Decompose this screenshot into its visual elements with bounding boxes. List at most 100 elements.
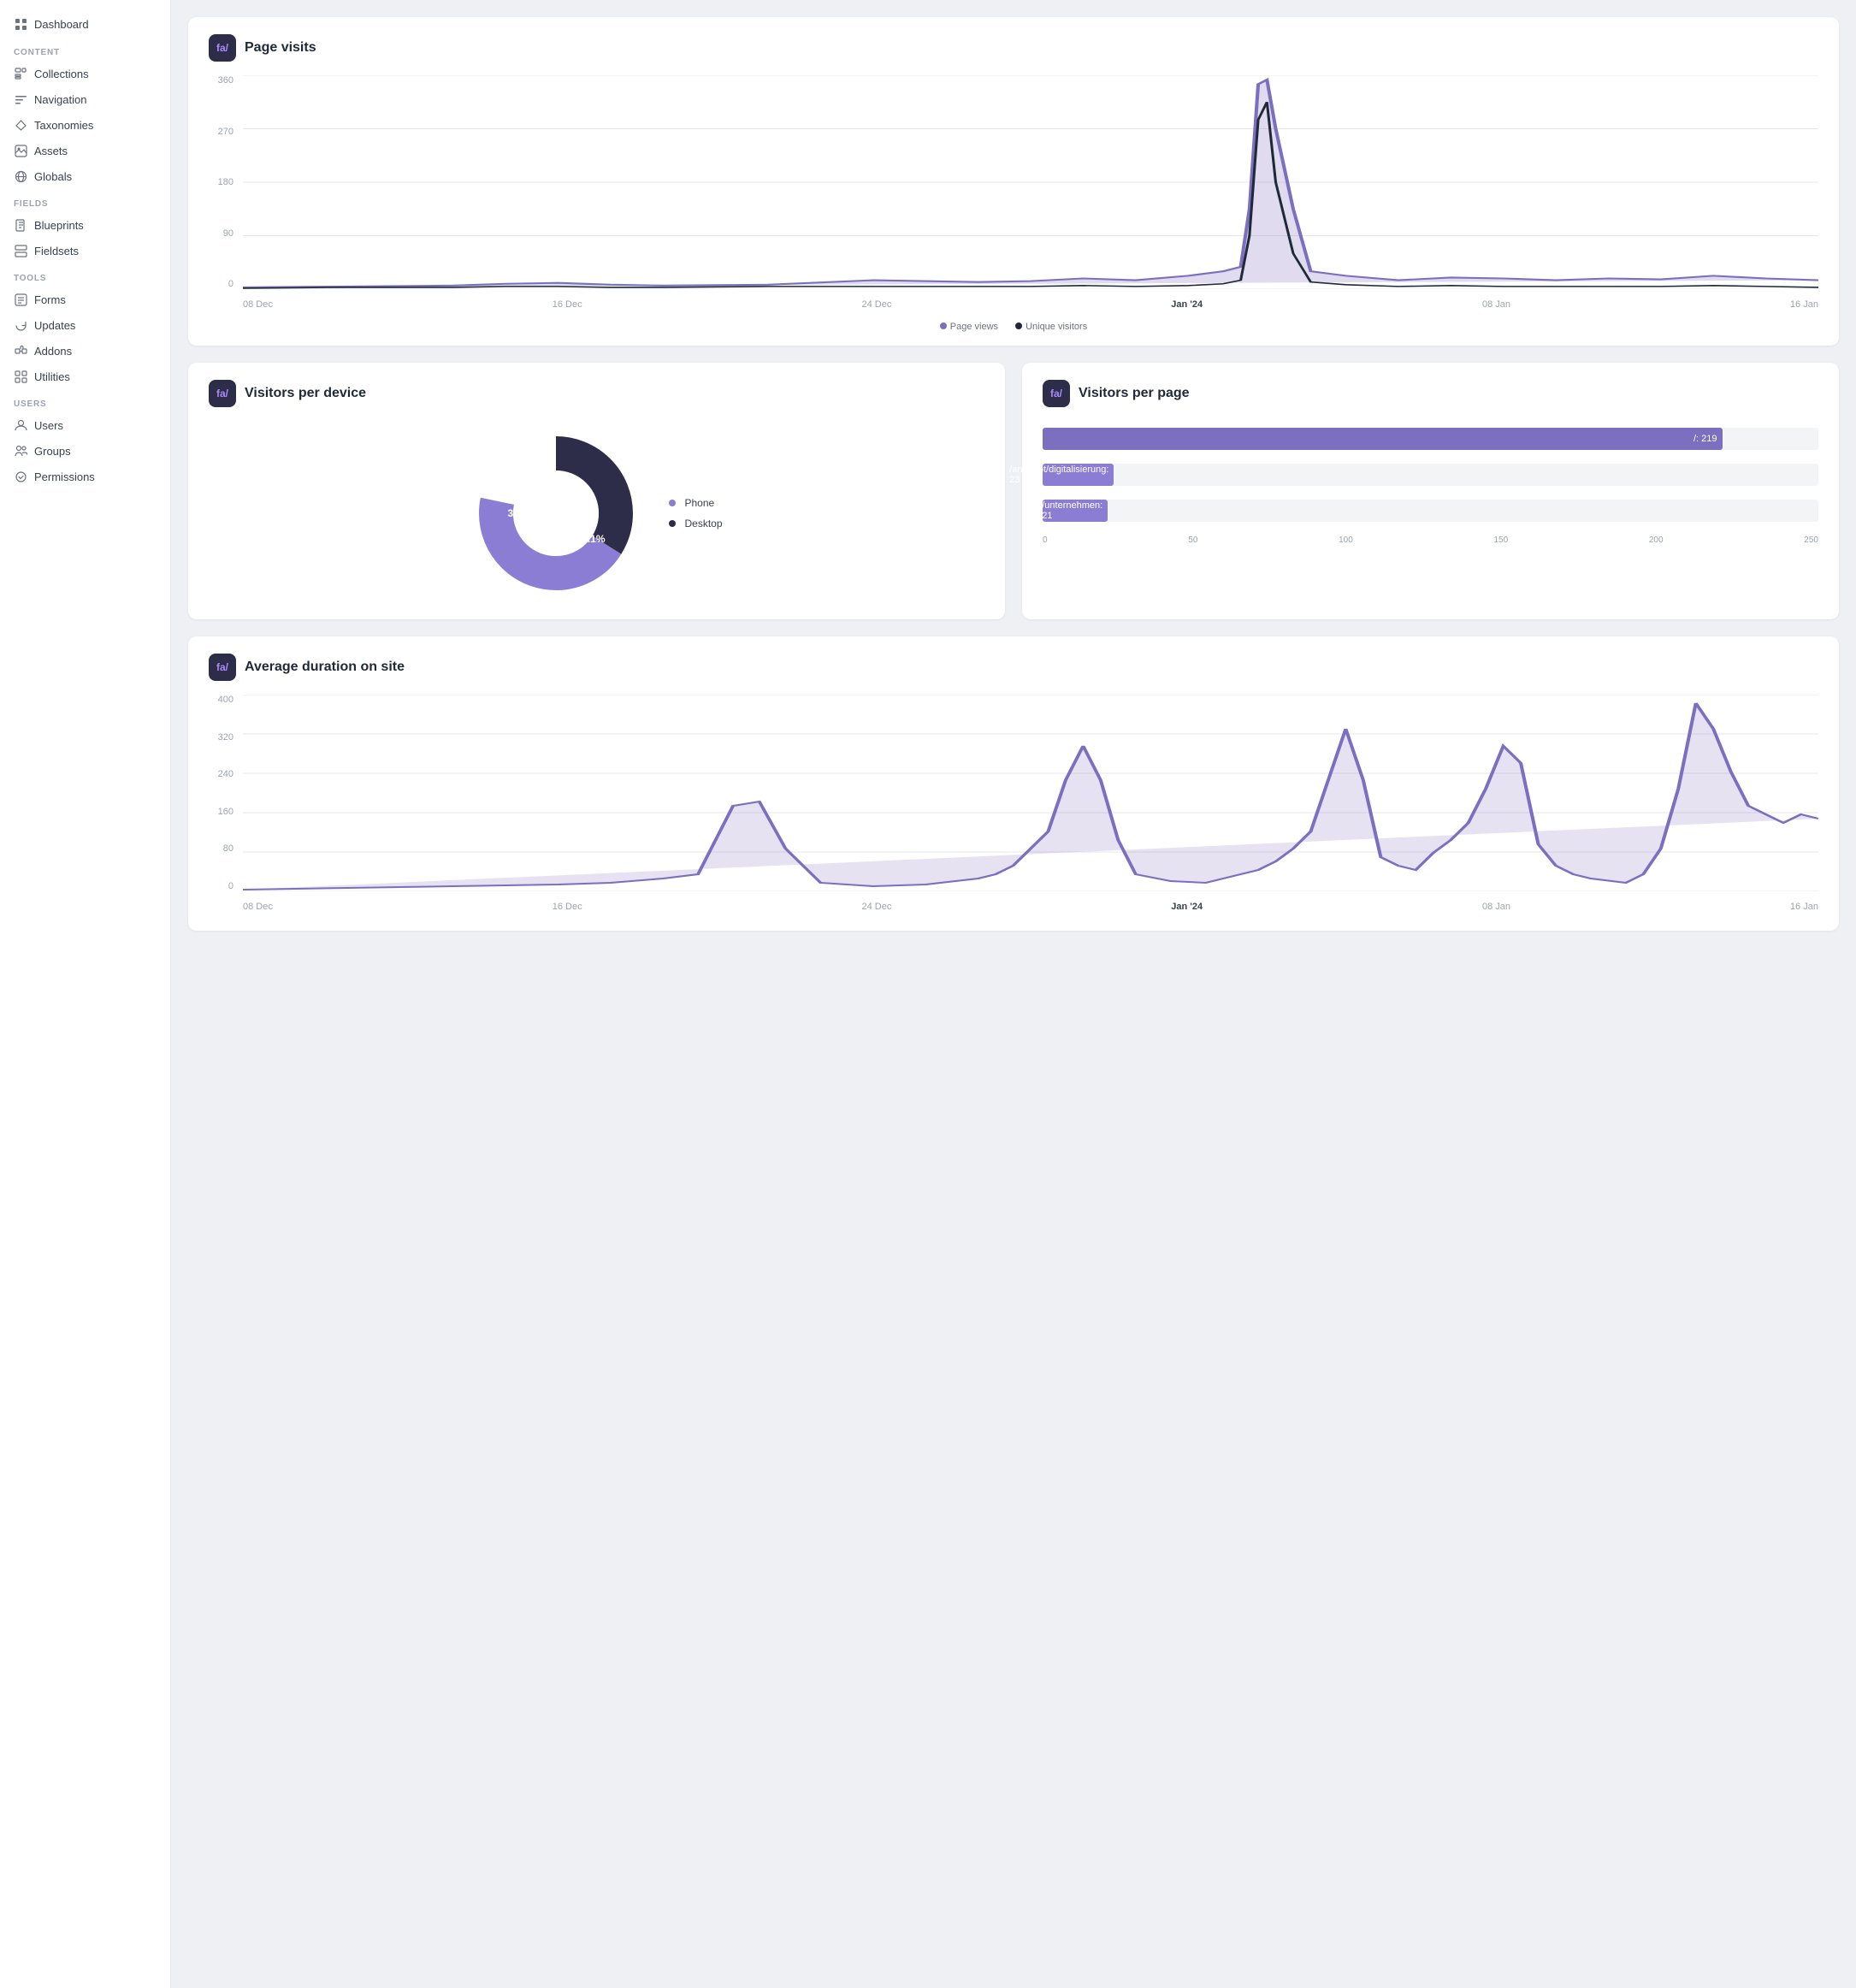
section-label-users: USERS xyxy=(0,389,170,412)
bar-row-0: /: 219 xyxy=(1043,428,1818,450)
sidebar-item-utilities[interactable]: Utilities xyxy=(0,364,170,389)
fieldsets-label: Fieldsets xyxy=(34,245,79,257)
duration-x-axis: 08 Dec 16 Dec 24 Dec Jan '24 08 Jan 16 J… xyxy=(243,896,1818,917)
page-visits-header: fa/ Page visits xyxy=(209,34,1818,62)
utilities-label: Utilities xyxy=(34,370,70,383)
bar-bg-0: /: 219 xyxy=(1043,428,1818,450)
vpp-badge: fa/ xyxy=(1043,380,1070,407)
duration-svg-area xyxy=(243,695,1818,891)
dashboard-icon xyxy=(14,17,27,31)
page-visits-card: fa/ Page visits 360 270 180 90 0 xyxy=(188,17,1839,346)
donut-chart-wrap: 33.9% 66.1% Phone Desktop xyxy=(209,421,984,606)
page-visits-badge: fa/ xyxy=(209,34,236,62)
navigation-label: Navigation xyxy=(34,93,86,106)
taxonomies-icon xyxy=(14,118,27,132)
section-label-content: CONTENT xyxy=(0,38,170,61)
globals-icon xyxy=(14,169,27,183)
bar-x-axis: 0 50 100 150 200 250 xyxy=(1043,535,1818,545)
section-label-tools: TOOLS xyxy=(0,263,170,287)
collections-icon xyxy=(14,67,27,80)
collections-label: Collections xyxy=(34,68,89,80)
assets-label: Assets xyxy=(34,145,68,157)
avg-duration-chart: 400 320 240 160 80 0 xyxy=(209,695,1818,917)
assets-icon xyxy=(14,144,27,157)
sidebar-item-forms[interactable]: Forms xyxy=(0,287,170,312)
desktop-legend-item: Desktop xyxy=(669,518,722,530)
bar-fill-2: /unternehmen: 21 xyxy=(1043,500,1108,522)
avg-duration-title: Average duration on site xyxy=(245,660,405,675)
avg-duration-card: fa/ Average duration on site 400 320 240… xyxy=(188,636,1839,931)
groups-icon xyxy=(14,444,27,458)
bar-bg-2: /unternehmen: 21 xyxy=(1043,500,1818,522)
permissions-icon xyxy=(14,470,27,483)
sidebar-item-globals[interactable]: Globals xyxy=(0,163,170,189)
bar-row-2: /unternehmen: 21 xyxy=(1043,500,1818,522)
vpp-header: fa/ Visitors per page xyxy=(1043,380,1818,407)
avg-duration-badge: fa/ xyxy=(209,654,236,681)
globals-label: Globals xyxy=(34,170,72,183)
phone-color-dot xyxy=(669,500,676,506)
phone-pct-label: 66.1% xyxy=(576,533,605,545)
utilities-icon xyxy=(14,370,27,383)
sidebar-item-blueprints[interactable]: Blueprints xyxy=(0,212,170,238)
sidebar-item-taxonomies[interactable]: Taxonomies xyxy=(0,112,170,138)
sidebar-item-assets[interactable]: Assets xyxy=(0,138,170,163)
vpd-badge: fa/ xyxy=(209,380,236,407)
bar-bg-1: /angebot/digitalisierung: 23 xyxy=(1043,464,1818,486)
page-visits-svg-area xyxy=(243,75,1818,289)
main-content: fa/ Page visits 360 270 180 90 0 xyxy=(171,0,1856,1988)
vpd-header: fa/ Visitors per device xyxy=(209,380,984,407)
sidebar-item-groups[interactable]: Groups xyxy=(0,438,170,464)
sidebar-item-users[interactable]: Users xyxy=(0,412,170,438)
desktop-color-dot xyxy=(669,520,676,527)
forms-icon xyxy=(14,293,27,306)
fieldsets-icon xyxy=(14,244,27,257)
desktop-pct-label: 33.9% xyxy=(507,507,536,519)
page-visits-y-axis: 360 270 180 90 0 xyxy=(209,75,239,289)
vpd-title: Visitors per device xyxy=(245,386,366,401)
visitors-per-device-card: fa/ Visitors per device 33.9% 66.1% xyxy=(188,363,1005,619)
sidebar-item-collections[interactable]: Collections xyxy=(0,61,170,86)
donut-legend: Phone Desktop xyxy=(669,497,722,530)
middle-row: fa/ Visitors per device 33.9% 66.1% xyxy=(188,363,1839,619)
addons-label: Addons xyxy=(34,345,72,358)
bar-fill-1: /angebot/digitalisierung: 23 xyxy=(1043,464,1114,486)
sidebar-item-fieldsets[interactable]: Fieldsets xyxy=(0,238,170,263)
user-icon xyxy=(14,418,27,432)
phone-legend-item: Phone xyxy=(669,497,722,509)
updates-label: Updates xyxy=(34,319,75,332)
unique-visitors-dot xyxy=(1015,322,1022,329)
taxonomies-label: Taxonomies xyxy=(34,119,93,132)
sidebar-item-dashboard[interactable]: Dashboard xyxy=(0,10,170,38)
section-label-fields: FIELDS xyxy=(0,189,170,212)
groups-label: Groups xyxy=(34,445,71,458)
page-visits-chart: 360 270 180 90 0 xyxy=(209,75,1818,315)
blueprints-label: Blueprints xyxy=(34,219,84,232)
sidebar-item-addons[interactable]: Addons xyxy=(0,338,170,364)
donut-svg-container: 33.9% 66.1% xyxy=(470,428,641,599)
bar-chart: /: 219 /angebot/digitalisierung: 23 /unt xyxy=(1043,421,1818,552)
sidebar: Dashboard CONTENT Collections Navigation xyxy=(0,0,171,1988)
forms-label: Forms xyxy=(34,293,66,306)
visitors-per-page-card: fa/ Visitors per page /: 219 /angebot/di… xyxy=(1022,363,1839,619)
dashboard-label: Dashboard xyxy=(34,18,89,31)
avg-duration-header: fa/ Average duration on site xyxy=(209,654,1818,681)
bar-row-1: /angebot/digitalisierung: 23 xyxy=(1043,464,1818,486)
duration-y-axis: 400 320 240 160 80 0 xyxy=(209,695,239,891)
page-visits-title: Page visits xyxy=(245,40,316,56)
donut-svg xyxy=(470,428,641,599)
navigation-icon xyxy=(14,92,27,106)
page-views-dot xyxy=(940,322,947,329)
sidebar-item-permissions[interactable]: Permissions xyxy=(0,464,170,489)
page-visits-legend: Page views Unique visitors xyxy=(209,322,1818,332)
sidebar-item-updates[interactable]: Updates xyxy=(0,312,170,338)
blueprints-icon xyxy=(14,218,27,232)
users-label: Users xyxy=(34,419,63,432)
vpp-title: Visitors per page xyxy=(1079,386,1190,401)
permissions-label: Permissions xyxy=(34,470,95,483)
addons-icon xyxy=(14,344,27,358)
updates-icon xyxy=(14,318,27,332)
bar-fill-0: /: 219 xyxy=(1043,428,1723,450)
sidebar-item-navigation[interactable]: Navigation xyxy=(0,86,170,112)
page-visits-x-axis: 08 Dec 16 Dec 24 Dec Jan '24 08 Jan 16 J… xyxy=(243,294,1818,315)
